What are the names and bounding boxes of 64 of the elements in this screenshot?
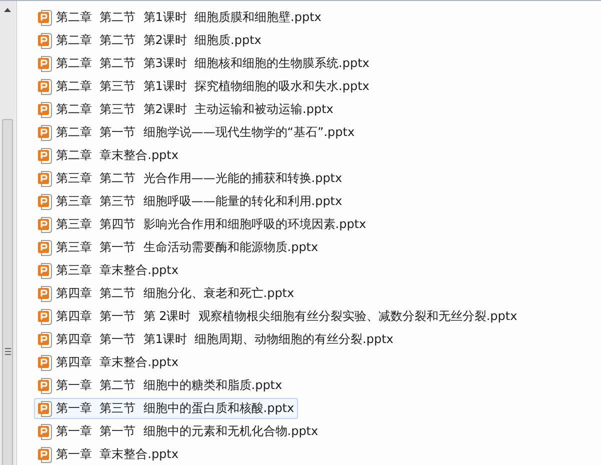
scroll-up-icon[interactable]: [4, 8, 11, 12]
file-name: 第一章 第二节 细胞中的糖类和脂质.pptx: [56, 377, 282, 394]
presentation-file-icon: [38, 78, 52, 94]
file-name: 第四章 第二节 细胞分化、衰老和死亡.pptx: [56, 285, 294, 302]
file-name: 第一章 章末整合.pptx: [56, 446, 178, 463]
scrollbar-thumb[interactable]: [2, 119, 13, 465]
file-name: 第三章 第四节 影响光合作用和细胞呼吸的环境因素.pptx: [56, 216, 366, 233]
file-item[interactable]: 第一章 第三节 细胞中的蛋白质和核酸.pptx: [34, 398, 298, 419]
file-name: 第三章 第三节 细胞呼吸——能量的转化和利用.pptx: [56, 193, 342, 210]
file-item[interactable]: 第二章 第三节 第2课时 主动运输和被动运输.pptx: [34, 99, 338, 120]
file-item[interactable]: 第三章 章末整合.pptx: [34, 260, 182, 281]
presentation-file-icon: [38, 262, 52, 278]
file-name: 第二章 第三节 第2课时 主动运输和被动运输.pptx: [56, 101, 334, 118]
file-name: 第三章 第一节 生命活动需要酶和能源物质.pptx: [56, 239, 318, 256]
presentation-file-icon: [38, 378, 52, 394]
file-item[interactable]: 第二章 第一节 细胞学说——现代生物学的“基石”.pptx: [34, 122, 359, 143]
presentation-file-icon: [38, 308, 52, 324]
presentation-file-icon: [38, 10, 52, 26]
file-item[interactable]: 第三章 第三节 细胞呼吸——能量的转化和利用.pptx: [34, 191, 346, 212]
file-item[interactable]: 第四章 第一节 第1课时 细胞周期、动物细胞的有丝分裂.pptx: [34, 329, 398, 350]
file-name: 第二章 第二节 第2课时 细胞质.pptx: [56, 32, 262, 49]
file-item[interactable]: 第四章 章末整合.pptx: [34, 352, 182, 373]
file-item[interactable]: 第二章 第三节 第1课时 探究植物细胞的吸水和失水.pptx: [34, 76, 374, 97]
presentation-file-icon: [38, 354, 52, 370]
file-item[interactable]: 第三章 第二节 光合作用——光能的捕获和转换.pptx: [34, 168, 346, 189]
grip-icon: [4, 348, 10, 355]
presentation-file-icon: [38, 170, 52, 186]
presentation-file-icon: [38, 124, 52, 140]
presentation-file-icon: [38, 240, 52, 256]
file-name: 第四章 第一节 第1课时 细胞周期、动物细胞的有丝分裂.pptx: [56, 331, 394, 348]
file-name: 第三章 第二节 光合作用——光能的捕获和转换.pptx: [56, 170, 342, 187]
file-item[interactable]: 第一章 第二节 细胞中的糖类和脂质.pptx: [34, 375, 286, 396]
file-name: 第二章 第三节 第1课时 探究植物细胞的吸水和失水.pptx: [56, 78, 370, 95]
presentation-file-icon: [38, 194, 52, 210]
file-name: 第一章 第三节 细胞中的蛋白质和核酸.pptx: [56, 400, 294, 417]
file-name: 第一章 第一节 细胞中的元素和无机化合物.pptx: [56, 423, 318, 440]
presentation-file-icon: [38, 332, 52, 348]
presentation-file-icon: [38, 424, 52, 440]
file-name: 第二章 第二节 第3课时 细胞核和细胞的生物膜系统.pptx: [56, 55, 370, 72]
file-item[interactable]: 第一章 章末整合.pptx: [34, 444, 182, 465]
file-item[interactable]: 第四章 第二节 细胞分化、衰老和死亡.pptx: [34, 283, 298, 304]
file-name: 第二章 章末整合.pptx: [56, 147, 178, 164]
presentation-file-icon: [38, 148, 52, 164]
file-name: 第二章 第一节 细胞学说——现代生物学的“基石”.pptx: [56, 124, 355, 141]
presentation-file-icon: [38, 400, 52, 416]
presentation-file-icon: [38, 286, 52, 302]
presentation-file-icon: [38, 446, 52, 462]
file-item[interactable]: 第二章 第二节 第2课时 细胞质.pptx: [34, 30, 266, 51]
presentation-file-icon: [38, 102, 52, 118]
file-item[interactable]: 第一章 第一节 细胞中的元素和无机化合物.pptx: [34, 421, 322, 442]
file-item[interactable]: 第四章 第一节 第 2课时 观察植物根尖细胞有丝分裂实验、减数分裂和无丝分裂.pptx: [34, 306, 522, 327]
scrollbar[interactable]: [0, 1, 15, 465]
file-item[interactable]: 第三章 第一节 生命活动需要酶和能源物质.pptx: [34, 237, 322, 258]
presentation-file-icon: [38, 32, 52, 48]
file-name: 第二章 第二节 第1课时 细胞质膜和细胞壁.pptx: [56, 9, 322, 26]
file-item[interactable]: 第二章 章末整合.pptx: [34, 145, 182, 166]
presentation-file-icon: [38, 56, 52, 72]
file-name: 第四章 章末整合.pptx: [56, 354, 178, 371]
file-item[interactable]: 第二章 第二节 第1课时 细胞质膜和细胞壁.pptx: [34, 7, 326, 28]
file-item[interactable]: 第二章 第二节 第3课时 细胞核和细胞的生物膜系统.pptx: [34, 53, 374, 74]
file-name: 第四章 第一节 第 2课时 观察植物根尖细胞有丝分裂实验、减数分裂和无丝分裂.pptx: [56, 308, 518, 325]
presentation-file-icon: [38, 216, 52, 232]
file-name: 第三章 章末整合.pptx: [56, 262, 178, 279]
file-item[interactable]: 第三章 第四节 影响光合作用和细胞呼吸的环境因素.pptx: [34, 214, 370, 235]
